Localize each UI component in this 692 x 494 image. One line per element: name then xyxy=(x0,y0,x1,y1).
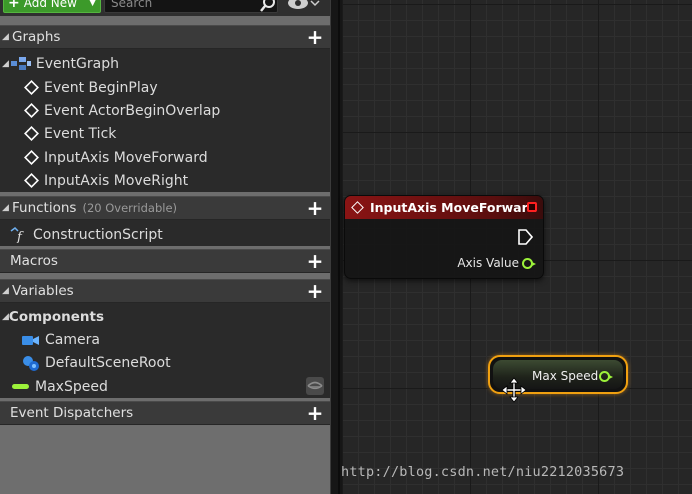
tree-item-label: MaxSpeed xyxy=(35,378,108,395)
tree-item-event[interactable]: Event ActorBeginOverlap xyxy=(0,99,330,122)
functions-title: Functions xyxy=(12,200,77,216)
tree-item-event[interactable]: InputAxis MoveForward xyxy=(0,146,330,169)
event-node-header[interactable]: InputAxis MoveForward xyxy=(345,196,543,219)
visibility-eye-icon[interactable] xyxy=(306,377,324,395)
macros-section-header[interactable]: Macros + xyxy=(0,249,330,273)
event-graph-icon xyxy=(10,56,31,70)
event-dispatchers-title: Event Dispatchers xyxy=(10,405,134,421)
function-icon: f xyxy=(10,226,24,243)
functions-tree: f ConstructionScript xyxy=(0,220,330,246)
variables-section-header[interactable]: ◢ Variables + xyxy=(0,279,330,303)
splitter-divider xyxy=(338,0,340,494)
search-placeholder: Search xyxy=(111,0,153,10)
event-dispatchers-section-header[interactable]: Event Dispatchers + xyxy=(0,401,330,425)
tree-item-event[interactable]: InputAxis MoveRight xyxy=(0,169,330,192)
panel-splitter[interactable] xyxy=(330,0,342,494)
exec-output-pin-icon[interactable] xyxy=(517,229,533,245)
collapse-arrow-icon[interactable]: ◢ xyxy=(2,32,12,42)
variables-tree: ◢ Components Camera DefaultSceneRoot Max… xyxy=(0,303,330,398)
collapse-arrow-icon[interactable]: ◢ xyxy=(2,59,9,69)
tree-item-label: EventGraph xyxy=(35,55,119,72)
panel-empty-area xyxy=(0,426,330,494)
plus-icon: + xyxy=(8,0,20,11)
add-new-button[interactable]: + Add New ▼ xyxy=(3,0,101,13)
search-icon[interactable] xyxy=(258,0,278,14)
components-category[interactable]: ◢ Components xyxy=(0,305,330,328)
tree-item-component[interactable]: Camera xyxy=(0,328,330,351)
tree-item-label: DefaultSceneRoot xyxy=(45,354,171,371)
add-new-label: Add New xyxy=(23,0,77,10)
move-cursor-icon xyxy=(501,377,527,403)
tree-item-label: InputAxis MoveRight xyxy=(44,172,189,189)
event-diamond-icon xyxy=(351,201,364,214)
scene-root-icon xyxy=(23,355,39,371)
event-diamond-icon xyxy=(24,173,39,188)
camera-icon xyxy=(22,335,39,345)
collapse-arrow-icon[interactable]: ◢ xyxy=(2,286,12,296)
add-graph-button[interactable]: + xyxy=(306,27,324,47)
max-speed-output-pin-icon[interactable] xyxy=(599,371,613,382)
event-node-title: InputAxis MoveForward xyxy=(370,200,537,215)
axis-value-pin-icon[interactable] xyxy=(522,258,536,269)
macros-title: Macros xyxy=(10,253,58,269)
add-function-button[interactable]: + xyxy=(306,198,324,218)
search-input[interactable]: Search xyxy=(104,0,278,13)
event-diamond-icon xyxy=(24,103,39,118)
tree-item-eventgraph[interactable]: ◢ EventGraph xyxy=(0,52,330,75)
tree-item-label: InputAxis MoveForward xyxy=(44,149,208,166)
watermark-url: http://blog.csdn.net/niu2212035673 xyxy=(341,464,625,480)
input-axis-event-node[interactable]: InputAxis MoveForward Axis Value xyxy=(344,195,544,279)
tree-item-label: Event Tick xyxy=(44,125,117,142)
graphs-title: Graphs xyxy=(12,29,61,45)
functions-overridable-count: (20 Overridable) xyxy=(82,201,178,215)
panel-toolbar: + Add New ▼ Search xyxy=(0,0,330,16)
event-diamond-icon xyxy=(24,150,39,165)
add-event-dispatcher-button[interactable]: + xyxy=(306,403,324,423)
collapse-arrow-icon[interactable]: ◢ xyxy=(2,203,12,213)
collapse-arrow-icon[interactable]: ◢ xyxy=(2,312,9,322)
components-label: Components xyxy=(8,308,104,325)
axis-value-label: Axis Value xyxy=(457,256,519,270)
add-variable-button[interactable]: + xyxy=(306,281,324,301)
tree-item-event[interactable]: Event BeginPlay xyxy=(0,76,330,99)
float-variable-icon xyxy=(12,383,29,389)
my-blueprint-panel: + Add New ▼ Search ◢ Graphs + ◢ EventGra… xyxy=(0,0,330,494)
tree-item-label: Event ActorBeginOverlap xyxy=(44,102,221,119)
add-macro-button[interactable]: + xyxy=(306,251,324,271)
variables-title: Variables xyxy=(12,283,74,299)
tree-item-event[interactable]: Event Tick xyxy=(0,122,330,145)
svg-text:f: f xyxy=(16,230,24,243)
graphs-tree: ◢ EventGraph Event BeginPlay Event Actor… xyxy=(0,49,330,192)
functions-section-header[interactable]: ◢ Functions (20 Overridable) + xyxy=(0,196,330,220)
event-diamond-icon xyxy=(24,80,39,95)
tree-item-label: Camera xyxy=(45,331,100,348)
chevron-down-icon: ▼ xyxy=(89,0,96,8)
tree-item-label: Event BeginPlay xyxy=(44,79,158,96)
graphs-section-header[interactable]: ◢ Graphs + xyxy=(0,25,330,49)
variable-node-label: Max Speed xyxy=(532,369,599,383)
tree-item-component[interactable]: DefaultSceneRoot xyxy=(0,351,330,374)
tree-item-variable[interactable]: MaxSpeed xyxy=(0,375,330,398)
event-diamond-icon xyxy=(24,126,39,141)
tree-item-function[interactable]: f ConstructionScript xyxy=(0,223,330,246)
tree-item-label: ConstructionScript xyxy=(33,226,163,243)
delegate-pin-icon[interactable] xyxy=(527,202,537,212)
view-options-icon[interactable] xyxy=(286,0,320,12)
